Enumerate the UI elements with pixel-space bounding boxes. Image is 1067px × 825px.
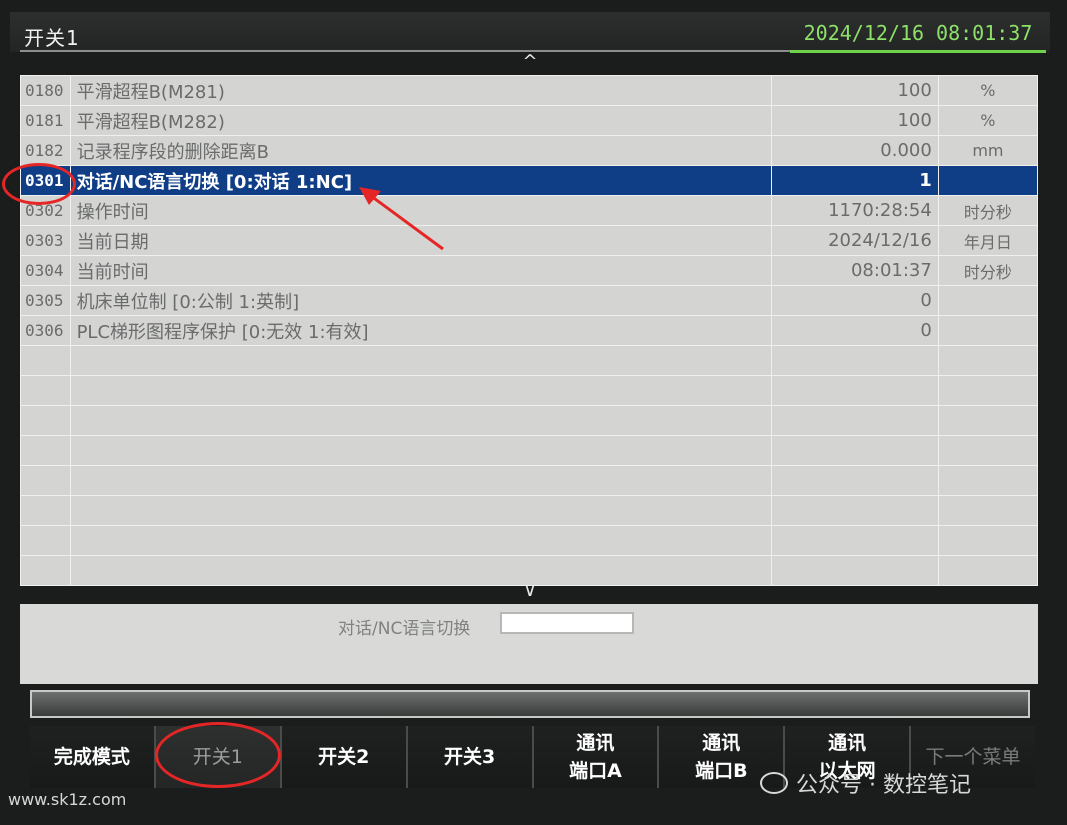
param-unit bbox=[937, 285, 1039, 316]
cnc-screen: 开关1 2024/12/16 08:01:37 ^ 0180 平滑超程B(M28… bbox=[0, 0, 1067, 825]
watermark-account-text: 公众号 · 数控笔记 bbox=[796, 773, 971, 798]
header-bar: 开关1 2024/12/16 08:01:37 bbox=[10, 12, 1050, 53]
softkey-label: 开关2 bbox=[318, 746, 370, 768]
wechat-icon bbox=[760, 772, 788, 794]
param-number: 0181 bbox=[20, 105, 71, 136]
empty-row bbox=[20, 405, 1039, 436]
param-name: 当前时间 bbox=[69, 255, 772, 286]
param-value: 0.000 bbox=[770, 135, 939, 166]
param-unit bbox=[937, 165, 1039, 196]
softkey-complete-mode[interactable]: 完成模式 bbox=[30, 726, 156, 788]
param-row-selected[interactable]: 0301 对话/NC语言切换 [0:对话 1:NC] 1 bbox=[20, 165, 1039, 196]
param-row[interactable]: 0302 操作时间 1170:28:54 时分秒 bbox=[20, 195, 1039, 226]
message-bar bbox=[30, 690, 1030, 718]
param-row[interactable]: 0180 平滑超程B(M281) 100 % bbox=[20, 75, 1039, 106]
softkey-label: 通讯 bbox=[828, 732, 867, 754]
input-label: 对话/NC语言切换 bbox=[338, 619, 471, 639]
input-panel: 对话/NC语言切换 bbox=[20, 604, 1038, 684]
softkey-switch-1[interactable]: 开关1 bbox=[155, 726, 282, 788]
screen-title: 开关1 bbox=[24, 26, 80, 50]
empty-row bbox=[20, 375, 1039, 406]
param-value: 0 bbox=[770, 315, 939, 346]
param-unit: 年月日 bbox=[937, 225, 1039, 256]
param-value: 08:01:37 bbox=[770, 255, 939, 286]
watermark-site: www.sk1z.com bbox=[8, 790, 127, 809]
param-unit bbox=[937, 315, 1039, 346]
param-number: 0306 bbox=[20, 315, 71, 346]
param-row[interactable]: 0306 PLC梯形图程序保护 [0:无效 1:有效] 0 bbox=[20, 315, 1039, 346]
param-name: 当前日期 bbox=[69, 225, 772, 256]
param-name: PLC梯形图程序保护 [0:无效 1:有效] bbox=[69, 315, 772, 346]
softkey-label-line2: 端口A bbox=[569, 760, 622, 782]
param-name: 平滑超程B(M281) bbox=[69, 75, 772, 106]
chevron-up-icon[interactable]: ^ bbox=[510, 52, 550, 72]
param-value: 1 bbox=[770, 165, 939, 196]
empty-row bbox=[20, 435, 1039, 466]
param-unit: % bbox=[937, 75, 1039, 106]
datetime-display: 2024/12/16 08:01:37 bbox=[790, 16, 1046, 53]
empty-row bbox=[20, 465, 1039, 496]
param-number: 0304 bbox=[20, 255, 71, 286]
param-row[interactable]: 0181 平滑超程B(M282) 100 % bbox=[20, 105, 1039, 136]
param-input-field[interactable] bbox=[500, 612, 634, 634]
parameter-table: 0180 平滑超程B(M281) 100 % 0181 平滑超程B(M282) … bbox=[20, 75, 1039, 586]
param-unit: % bbox=[937, 105, 1039, 136]
softkey-switch-2[interactable]: 开关2 bbox=[281, 726, 408, 788]
param-row[interactable]: 0304 当前时间 08:01:37 时分秒 bbox=[20, 255, 1039, 286]
param-number: 0180 bbox=[20, 75, 71, 106]
softkey-comm-port-a[interactable]: 通讯 端口A bbox=[533, 726, 660, 788]
param-row[interactable]: 0182 记录程序段的删除距离B 0.000 mm bbox=[20, 135, 1039, 166]
param-value: 1170:28:54 bbox=[770, 195, 939, 226]
param-value: 0 bbox=[770, 285, 939, 316]
param-number: 0305 bbox=[20, 285, 71, 316]
param-number: 0303 bbox=[20, 225, 71, 256]
param-unit: 时分秒 bbox=[937, 195, 1039, 226]
chevron-down-icon[interactable]: ∨ bbox=[510, 581, 550, 601]
param-value: 100 bbox=[770, 105, 939, 136]
param-value: 2024/12/16 bbox=[770, 225, 939, 256]
softkey-switch-3[interactable]: 开关3 bbox=[407, 726, 534, 788]
param-name: 对话/NC语言切换 [0:对话 1:NC] bbox=[69, 165, 772, 196]
softkey-label: 完成模式 bbox=[53, 746, 130, 768]
param-name: 操作时间 bbox=[69, 195, 772, 226]
param-number: 0301 bbox=[20, 165, 71, 196]
softkey-label-line2: 端口B bbox=[695, 760, 748, 782]
empty-row bbox=[20, 345, 1039, 376]
param-row[interactable]: 0303 当前日期 2024/12/16 年月日 bbox=[20, 225, 1039, 256]
empty-row bbox=[20, 525, 1039, 556]
softkey-label: 通讯 bbox=[702, 732, 741, 754]
param-name: 机床单位制 [0:公制 1:英制] bbox=[69, 285, 772, 316]
param-unit: mm bbox=[937, 135, 1039, 166]
param-row[interactable]: 0305 机床单位制 [0:公制 1:英制] 0 bbox=[20, 285, 1039, 316]
param-number: 0302 bbox=[20, 195, 71, 226]
param-value: 100 bbox=[770, 75, 939, 106]
softkey-label: 开关3 bbox=[443, 746, 496, 768]
watermark-account: 公众号 · 数控笔记 bbox=[760, 766, 971, 800]
softkey-label: 通讯 bbox=[576, 732, 615, 754]
param-name: 记录程序段的删除距离B bbox=[69, 135, 772, 166]
softkey-label: 开关1 bbox=[192, 746, 243, 768]
header-divider bbox=[20, 50, 790, 52]
param-unit: 时分秒 bbox=[937, 255, 1039, 286]
param-number: 0182 bbox=[20, 135, 71, 166]
empty-row bbox=[20, 495, 1039, 526]
param-name: 平滑超程B(M282) bbox=[69, 105, 772, 136]
